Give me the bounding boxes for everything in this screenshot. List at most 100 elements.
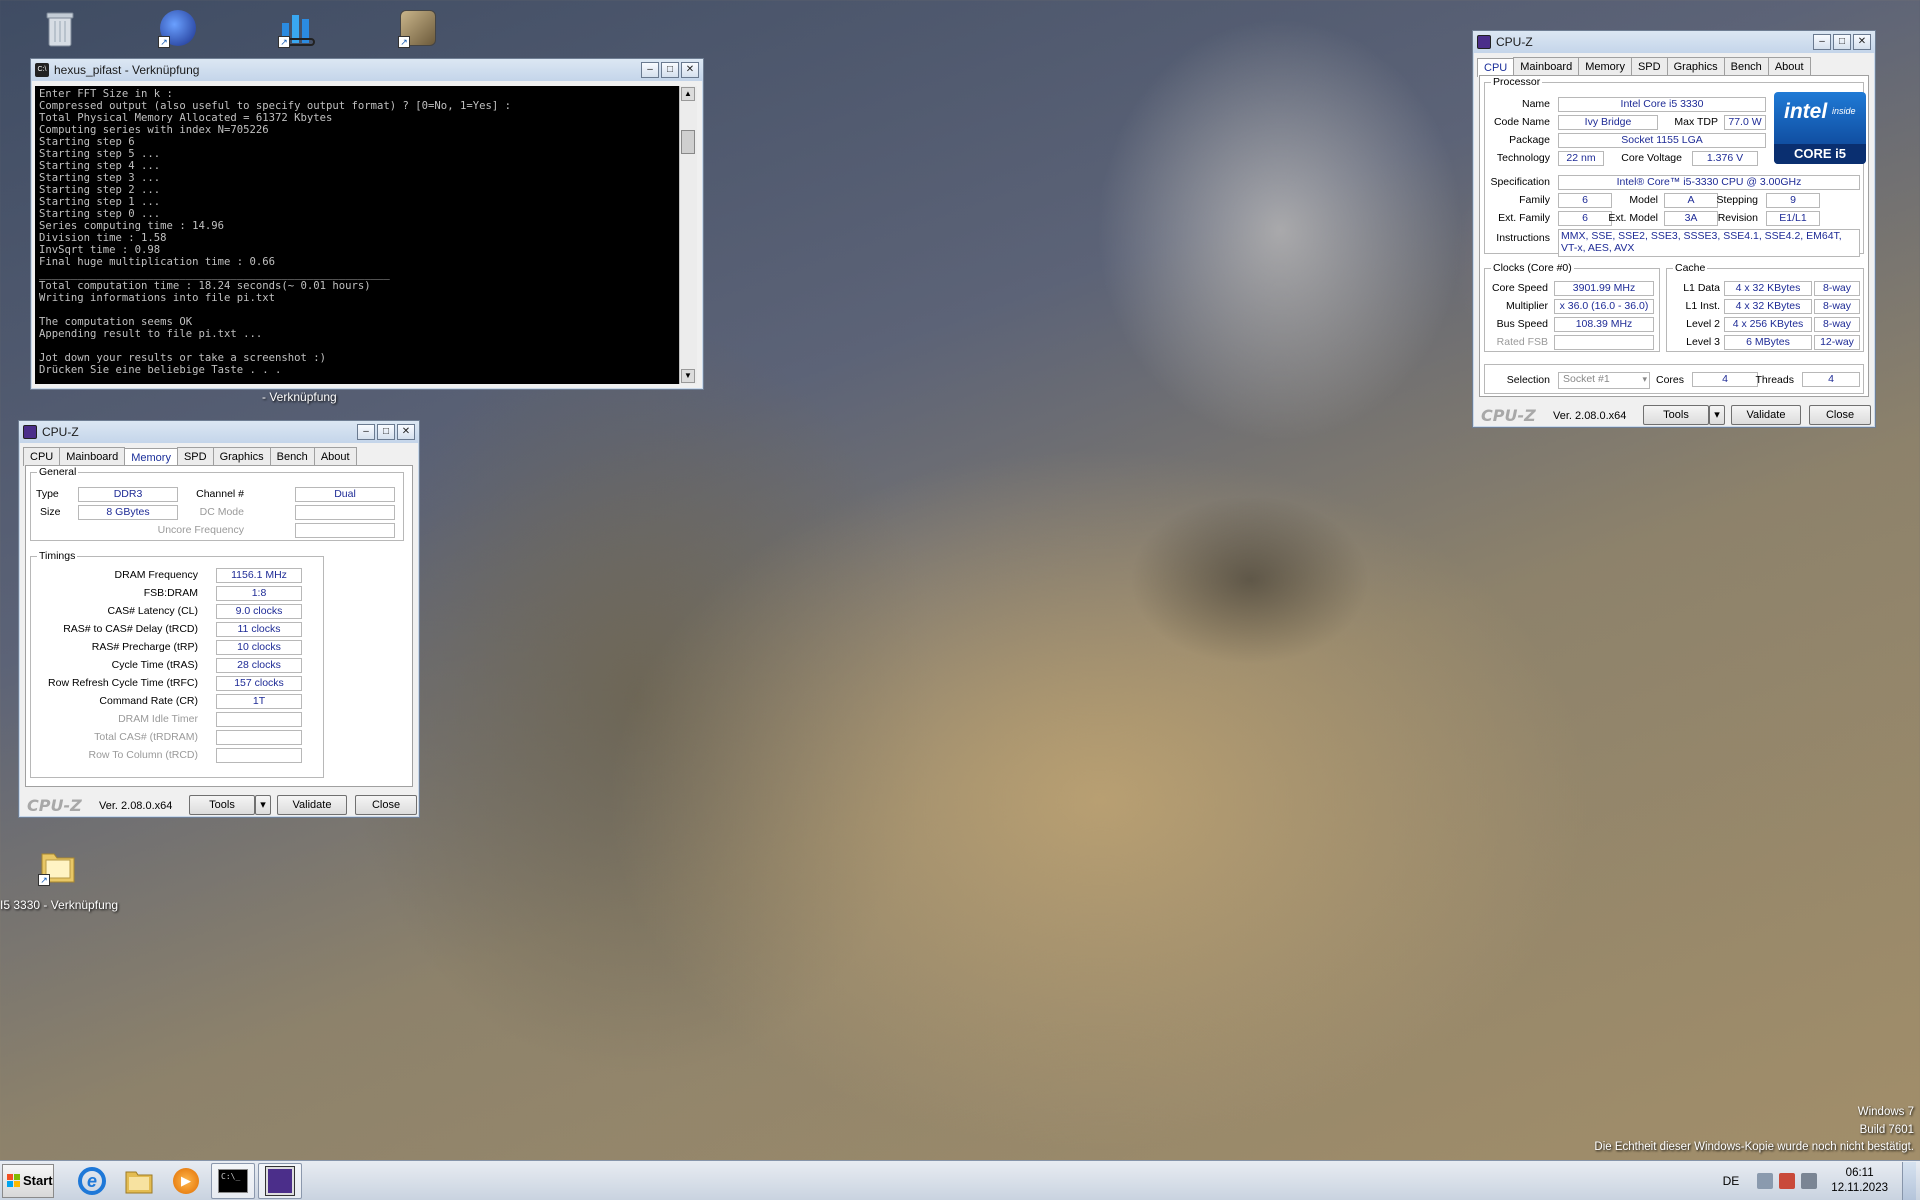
minimize-button[interactable]: – xyxy=(357,424,375,440)
media-player-icon[interactable]: ▶ xyxy=(164,1163,208,1199)
cpuz-taskbar-icon[interactable] xyxy=(258,1162,302,1199)
codename-value: Ivy Bridge xyxy=(1558,115,1658,130)
windows-version-line: Windows 7 xyxy=(1857,1106,1914,1118)
console-window[interactable]: C:\ hexus_pifast - Verknüpfung – □ ✕ Ent… xyxy=(30,58,704,390)
tools-dropdown-button[interactable]: ▾ xyxy=(255,795,271,815)
console-line: Starting step 2 ... xyxy=(39,184,161,196)
intel-core-i5-logo: intel inside CORE i5 xyxy=(1774,92,1866,164)
name-label: Name xyxy=(1521,98,1550,110)
tab-bench[interactable]: Bench xyxy=(1723,57,1769,76)
tab-about[interactable]: About xyxy=(1767,57,1811,76)
tools-button[interactable]: Tools xyxy=(1643,405,1709,425)
tab-about[interactable]: About xyxy=(313,447,357,466)
app-shortcut-icon[interactable]: ↗ xyxy=(154,6,202,50)
console-line: Enter FFT Size in k : xyxy=(39,88,173,100)
revision-value: E1/L1 xyxy=(1766,211,1820,226)
channel-value: Dual xyxy=(295,487,395,502)
language-indicator[interactable]: DE xyxy=(1723,1174,1740,1188)
timing-label: Row To Column (tRCD) xyxy=(88,749,199,761)
cpuz-memory-window[interactable]: CPU-Z – □ ✕ CPU Mainboard Memory SPD Gra… xyxy=(18,420,420,818)
tools-button[interactable]: Tools xyxy=(189,795,255,815)
console-line: Series computing time : 14.96 xyxy=(39,220,224,232)
close-button[interactable]: ✕ xyxy=(1853,34,1871,50)
minimize-button[interactable]: – xyxy=(641,62,659,78)
close-button[interactable]: Close xyxy=(1809,405,1871,425)
l2-value: 4 x 256 KBytes xyxy=(1724,317,1812,332)
timing-label: Row Refresh Cycle Time (tRFC) xyxy=(48,677,198,689)
l3-value: 6 MBytes xyxy=(1724,335,1812,350)
tab-bench[interactable]: Bench xyxy=(269,447,315,466)
package-value: Socket 1155 LGA xyxy=(1558,133,1766,148)
busspeed-label: Bus Speed xyxy=(1496,318,1548,330)
validate-button[interactable]: Validate xyxy=(1731,405,1801,425)
minimize-button[interactable]: – xyxy=(1813,34,1831,50)
file-explorer-icon[interactable] xyxy=(117,1163,161,1199)
timing-label: DRAM Frequency xyxy=(114,569,198,581)
console-line: Total computation time : 18.24 seconds(~… xyxy=(39,280,371,292)
action-center-icon[interactable] xyxy=(1779,1173,1796,1189)
speaker-icon[interactable] xyxy=(1757,1173,1774,1189)
console-taskbar-icon[interactable]: C:\_ xyxy=(211,1162,255,1199)
console-titlebar[interactable]: C:\ hexus_pifast - Verknüpfung – □ ✕ xyxy=(31,59,703,81)
start-button[interactable]: Start xyxy=(2,1163,54,1198)
scroll-up-button[interactable]: ▲ xyxy=(681,87,695,101)
system-tray: DE 06:11 12.11.2023 xyxy=(1723,1161,1920,1200)
tab-graphics[interactable]: Graphics xyxy=(212,447,271,466)
selection-dropdown[interactable]: Socket #1 ▾ xyxy=(1558,372,1650,389)
timing-value: 157 clocks xyxy=(216,676,302,691)
validate-button[interactable]: Validate xyxy=(277,795,347,815)
timing-value: 28 clocks xyxy=(216,658,302,673)
tab-mainboard[interactable]: Mainboard xyxy=(1513,57,1580,76)
scroll-thumb[interactable] xyxy=(681,130,695,154)
console-scrollbar[interactable]: ▲ ▼ xyxy=(679,86,697,384)
cpuz-memory-tabs: CPU Mainboard Memory SPD Graphics Bench … xyxy=(19,443,419,467)
console-output[interactable]: Enter FFT Size in k : Compressed output (… xyxy=(35,86,679,384)
recycle-bin-icon[interactable] xyxy=(36,6,84,50)
spec-label: Specification xyxy=(1490,176,1550,188)
image-shortcut-icon[interactable]: ↗ xyxy=(394,6,442,50)
corevoltage-label: Core Voltage xyxy=(1621,152,1682,164)
close-button[interactable]: ✕ xyxy=(681,62,699,78)
console-title: hexus_pifast - Verknüpfung xyxy=(54,63,200,77)
internet-explorer-icon[interactable]: e xyxy=(70,1163,114,1199)
benchmark-shortcut-icon[interactable]: ↗ xyxy=(274,6,322,50)
console-line: The computation seems OK xyxy=(39,316,193,328)
extmodel-label: Ext. Model xyxy=(1608,212,1658,224)
scroll-down-button[interactable]: ▼ xyxy=(681,369,695,383)
tab-mainboard[interactable]: Mainboard xyxy=(59,447,126,466)
package-label: Package xyxy=(1509,134,1550,146)
timing-value: 9.0 clocks xyxy=(216,604,302,619)
console-line: Starting step 4 ... xyxy=(39,160,161,172)
maximize-button[interactable]: □ xyxy=(661,62,679,78)
maximize-button[interactable]: □ xyxy=(1833,34,1851,50)
show-desktop-button[interactable] xyxy=(1902,1162,1916,1200)
tab-spd[interactable]: SPD xyxy=(1630,57,1668,76)
tab-graphics[interactable]: Graphics xyxy=(1666,57,1725,76)
l2-label: Level 2 xyxy=(1686,318,1720,330)
instructions-label: Instructions xyxy=(1496,232,1550,244)
tools-dropdown-button[interactable]: ▾ xyxy=(1709,405,1725,425)
busspeed-value: 108.39 MHz xyxy=(1554,317,1654,332)
tab-memory[interactable]: Memory xyxy=(1578,57,1632,76)
tab-cpu[interactable]: CPU xyxy=(23,447,61,466)
threads-value: 4 xyxy=(1802,372,1860,387)
clock[interactable]: 06:11 12.11.2023 xyxy=(1831,1166,1888,1196)
cpuz-cpu-window[interactable]: CPU-Z – □ ✕ CPU Mainboard Memory SPD Gra… xyxy=(1472,30,1876,428)
memory-panel: General Type DDR3 Size 8 GBytes Channel … xyxy=(25,465,413,787)
network-icon[interactable] xyxy=(1801,1173,1818,1189)
close-button[interactable]: Close xyxy=(355,795,417,815)
timing-label: FSB:DRAM xyxy=(143,587,198,599)
l1i-way-value: 8-way xyxy=(1814,299,1860,314)
cpuz-cpu-title: CPU-Z xyxy=(1496,35,1533,49)
cpu-panel: Processor Name Intel Core i5 3330 Code N… xyxy=(1479,75,1869,397)
cpuz-logo: CPU-Z xyxy=(1481,406,1536,425)
cpuz-cpu-titlebar[interactable]: CPU-Z – □ ✕ xyxy=(1473,31,1875,53)
console-line: Writing informations into file pi.txt xyxy=(39,292,275,304)
close-button[interactable]: ✕ xyxy=(397,424,415,440)
maximize-button[interactable]: □ xyxy=(377,424,395,440)
folder-shortcut-icon[interactable]: ↗ xyxy=(34,844,82,888)
corevoltage-value: 1.376 V xyxy=(1692,151,1758,166)
cpuz-memory-titlebar[interactable]: CPU-Z – □ ✕ xyxy=(19,421,419,443)
tab-spd[interactable]: SPD xyxy=(176,447,214,466)
